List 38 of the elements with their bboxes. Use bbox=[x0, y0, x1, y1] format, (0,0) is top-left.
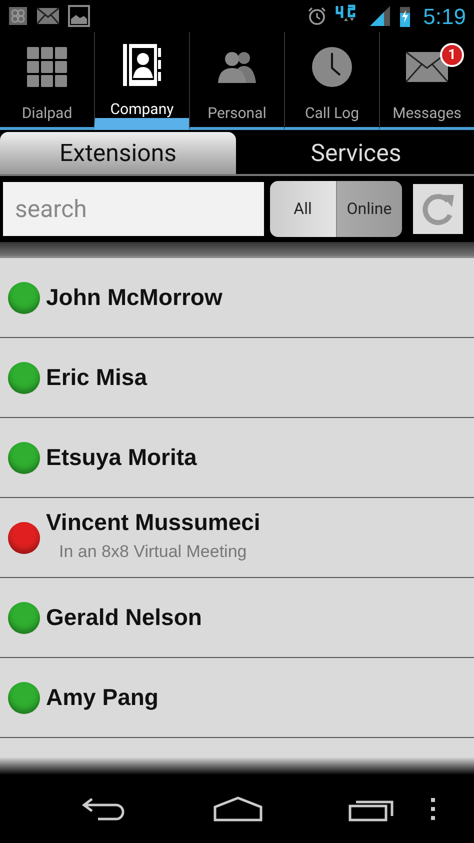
home-button[interactable] bbox=[213, 796, 263, 822]
search-field[interactable]: search bbox=[3, 182, 264, 236]
contact-row[interactable]: John McMorrow bbox=[0, 258, 474, 338]
contact-row[interactable]: Etsuya Morita bbox=[0, 418, 474, 498]
filter-option[interactable]: Online bbox=[336, 181, 402, 237]
contact-name: Gerald Nelson bbox=[46, 603, 202, 632]
signal-icon bbox=[369, 5, 392, 27]
clock-time: 5:19 bbox=[423, 2, 466, 30]
nav-tab[interactable]: Personal bbox=[189, 32, 284, 130]
nav-tab[interactable]: Call Log bbox=[284, 32, 379, 130]
menu-button[interactable] bbox=[430, 797, 436, 821]
contact-name: Vincent Mussumeci bbox=[46, 508, 260, 536]
back-button[interactable] bbox=[82, 796, 126, 822]
address-book-icon bbox=[123, 44, 161, 86]
contact-row[interactable]: Eric Misa bbox=[0, 338, 474, 418]
contact-name: Amy Pang bbox=[46, 683, 158, 712]
contact-name: John McMorrow bbox=[46, 283, 222, 312]
alarm-icon bbox=[307, 6, 328, 26]
sub-tab[interactable]: Extensions bbox=[0, 132, 236, 174]
contact-row[interactable]: Vincent Mussumeci In an 8x8 Virtual Meeting bbox=[0, 498, 474, 578]
sub-tab[interactable]: Services bbox=[238, 132, 474, 174]
people-icon bbox=[216, 49, 258, 85]
contact-name: Eric Misa bbox=[46, 363, 147, 392]
nav-tab[interactable]: Messages 1 bbox=[379, 32, 474, 130]
battery-icon bbox=[399, 5, 412, 27]
envelope-icon bbox=[406, 52, 448, 82]
notification-icon bbox=[8, 6, 28, 26]
contact-row[interactable]: Amy Pang bbox=[0, 658, 474, 738]
clock-icon bbox=[311, 46, 353, 88]
status-note: In an 8x8 Virtual Meeting bbox=[59, 541, 248, 563]
mail-icon bbox=[36, 7, 60, 25]
contact-row[interactable]: Gerald Nelson bbox=[0, 578, 474, 658]
contact-name: Etsuya Morita bbox=[46, 443, 197, 472]
nav-tab[interactable]: Dialpad bbox=[0, 32, 94, 130]
image-icon bbox=[68, 5, 90, 27]
unread-badge: 1 bbox=[440, 43, 464, 67]
filter-option[interactable]: All bbox=[270, 181, 336, 237]
grid-icon bbox=[27, 47, 67, 87]
